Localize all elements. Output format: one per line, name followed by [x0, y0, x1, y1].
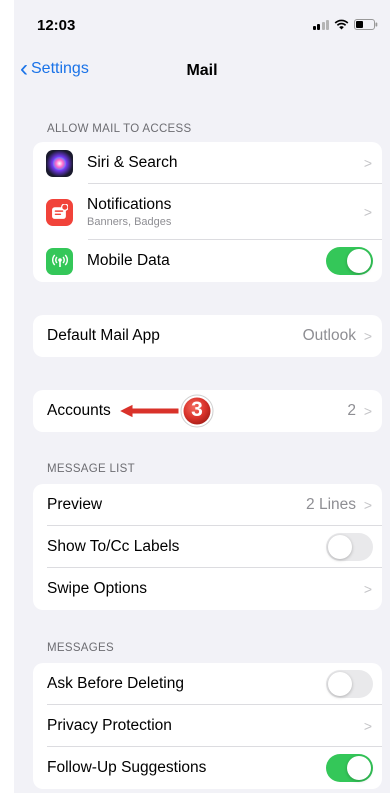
- chevron-right-icon: >: [363, 497, 372, 513]
- default-mail-app-row[interactable]: Default Mail App Outlook >: [33, 315, 382, 357]
- status-icons: [312, 19, 379, 30]
- mobile-data-row: Mobile Data: [33, 240, 382, 282]
- step-callout: [117, 394, 214, 428]
- accounts-count: 2: [347, 402, 356, 419]
- siri-icon: [46, 149, 73, 177]
- signal-icon: [312, 20, 329, 30]
- allow-access-group: Siri & Search > Notifications Banners, B…: [33, 142, 382, 282]
- wifi-icon: [334, 19, 349, 30]
- preview-label: Preview: [47, 496, 103, 513]
- messages-group: Ask Before Deleting Privacy Protection >…: [33, 663, 382, 789]
- default-mail-app-label: Default Mail App: [47, 327, 160, 344]
- show-tocc-label: Show To/Cc Labels: [47, 538, 180, 555]
- ask-before-deleting-row: Ask Before Deleting: [33, 663, 382, 705]
- page-title: Mail: [186, 62, 218, 79]
- privacy-protection-row[interactable]: Privacy Protection >: [33, 705, 382, 747]
- chevron-right-icon: >: [363, 718, 372, 734]
- notifications-label: Notifications: [87, 196, 172, 213]
- swipe-options-label: Swipe Options: [47, 580, 147, 597]
- antenna-icon: [46, 247, 73, 275]
- preview-row[interactable]: Preview 2 Lines >: [33, 484, 382, 526]
- privacy-protection-label: Privacy Protection: [47, 717, 172, 734]
- chevron-right-icon: >: [363, 155, 372, 171]
- show-tocc-row: Show To/Cc Labels: [33, 526, 382, 568]
- section-header-allow-access: ALLOW MAIL TO ACCESS: [47, 123, 192, 135]
- mobile-data-toggle[interactable]: [326, 247, 373, 275]
- follow-up-toggle[interactable]: [326, 754, 373, 782]
- step-number-text: 3: [191, 398, 203, 421]
- default-mail-app-value: Outlook: [302, 327, 356, 344]
- ask-before-deleting-label: Ask Before Deleting: [47, 675, 184, 692]
- section-header-messages: MESSAGES: [47, 642, 114, 654]
- mobile-data-label: Mobile Data: [87, 252, 170, 269]
- chevron-right-icon: >: [363, 328, 372, 344]
- swipe-options-row[interactable]: Swipe Options >: [33, 568, 382, 610]
- status-time: 12:03: [37, 17, 76, 34]
- siri-search-row[interactable]: Siri & Search >: [33, 142, 382, 184]
- status-bar: 12:03: [14, 0, 390, 52]
- section-header-message-list: MESSAGE LIST: [47, 463, 135, 475]
- ask-before-deleting-toggle[interactable]: [326, 670, 373, 698]
- navigation-bar: ‹ Settings Mail: [14, 52, 390, 92]
- settings-screen: 12:03 ‹ Settings Mail ALLOW MAIL TO ACCE: [14, 0, 390, 793]
- follow-up-label: Follow-Up Suggestions: [47, 759, 207, 776]
- battery-icon: [354, 19, 378, 30]
- notifications-row[interactable]: Notifications Banners, Badges >: [33, 184, 382, 240]
- default-mail-group: Default Mail App Outlook >: [33, 315, 382, 357]
- chevron-right-icon: >: [363, 204, 372, 220]
- notifications-icon: [46, 198, 73, 226]
- preview-value: 2 Lines: [306, 496, 356, 513]
- message-list-group: Preview 2 Lines > Show To/Cc Labels Swip…: [33, 484, 382, 610]
- chevron-right-icon: >: [363, 581, 372, 597]
- chevron-right-icon: >: [363, 403, 372, 419]
- arrow-left-icon: [117, 403, 180, 419]
- show-tocc-toggle[interactable]: [326, 533, 373, 561]
- accounts-label: Accounts: [47, 402, 111, 419]
- notifications-sublabel: Banners, Badges: [87, 216, 172, 228]
- follow-up-row: Follow-Up Suggestions: [33, 747, 382, 789]
- siri-search-label: Siri & Search: [87, 154, 178, 171]
